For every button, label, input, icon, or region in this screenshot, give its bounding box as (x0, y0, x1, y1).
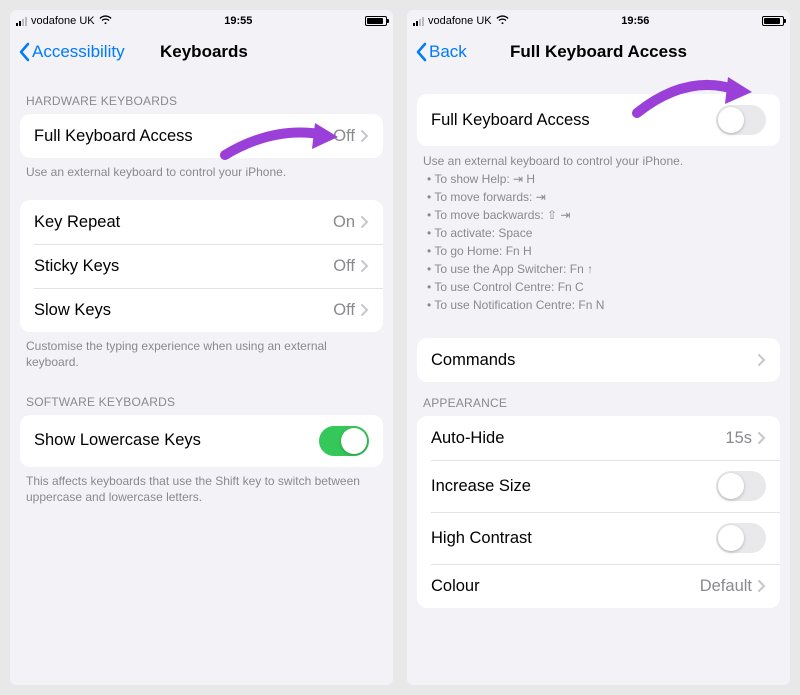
chevron-right-icon (361, 260, 369, 272)
chevron-right-icon (758, 354, 766, 366)
row-label: Slow Keys (34, 301, 333, 320)
row-value: 15s (725, 429, 752, 448)
help-title: Use an external keyboard to control your… (423, 152, 774, 170)
row-value: Off (333, 301, 355, 320)
chevron-right-icon (758, 432, 766, 444)
status-bar: vodafone UK 19:56 (407, 10, 790, 30)
carrier-label: vodafone UK (428, 15, 492, 27)
toggle-increase-size[interactable] (716, 471, 766, 501)
wifi-icon (99, 15, 112, 28)
signal-icon (16, 16, 27, 26)
row-value: Default (700, 577, 752, 596)
back-label: Accessibility (32, 42, 125, 62)
row-value: Off (333, 127, 355, 146)
row-commands[interactable]: Commands (417, 338, 780, 382)
help-item: To move forwards: ⇥ (427, 188, 774, 206)
row-key-repeat[interactable]: Key Repeat On (20, 200, 383, 244)
row-slow-keys[interactable]: Slow Keys Off (20, 288, 383, 332)
chevron-right-icon (361, 304, 369, 316)
row-label: Auto-Hide (431, 429, 725, 448)
section-footer-typing: Customise the typing experience when usi… (10, 332, 393, 380)
row-label: Increase Size (431, 477, 716, 496)
status-bar: vodafone UK 19:55 (10, 10, 393, 30)
nav-bar: Back Full Keyboard Access (407, 30, 790, 74)
help-item: To show Help: ⇥ H (427, 170, 774, 188)
row-label: Full Keyboard Access (34, 127, 333, 146)
screenshot-left: vodafone UK 19:55 Accessibility Keyboard… (10, 10, 393, 685)
row-full-keyboard-access[interactable]: Full Keyboard Access Off (20, 114, 383, 158)
help-item: To activate: Space (427, 224, 774, 242)
row-auto-hide[interactable]: Auto-Hide 15s (417, 416, 780, 460)
section-footer-lowercase: This affects keyboards that use the Shif… (10, 467, 393, 515)
back-button[interactable]: Accessibility (18, 42, 125, 62)
help-item: To use Control Centre: Fn C (427, 278, 774, 296)
section-footer-hardware: Use an external keyboard to control your… (10, 158, 393, 190)
carrier-label: vodafone UK (31, 15, 95, 27)
section-header-appearance: APPEARANCE (407, 382, 790, 416)
section-header-hardware: HARDWARE KEYBOARDS (10, 80, 393, 114)
toggle-lowercase[interactable] (319, 426, 369, 456)
row-show-lowercase[interactable]: Show Lowercase Keys (20, 415, 383, 467)
row-label: Colour (431, 577, 700, 596)
help-item: To use Notification Centre: Fn N (427, 296, 774, 314)
row-label: Full Keyboard Access (431, 111, 716, 130)
row-label: Key Repeat (34, 213, 333, 232)
row-label: Commands (431, 351, 758, 370)
clock-label: 19:56 (621, 15, 649, 27)
row-high-contrast[interactable]: High Contrast (417, 512, 780, 564)
chevron-right-icon (758, 580, 766, 592)
row-value: Off (333, 257, 355, 276)
row-label: Show Lowercase Keys (34, 431, 319, 450)
row-increase-size[interactable]: Increase Size (417, 460, 780, 512)
row-value: On (333, 213, 355, 232)
row-full-keyboard-access[interactable]: Full Keyboard Access (417, 94, 780, 146)
clock-label: 19:55 (224, 15, 252, 27)
toggle-high-contrast[interactable] (716, 523, 766, 553)
toggle-fka[interactable] (716, 105, 766, 135)
battery-icon (762, 16, 784, 26)
help-item: To move backwards: ⇧ ⇥ (427, 206, 774, 224)
back-button[interactable]: Back (415, 42, 467, 62)
row-label: High Contrast (431, 529, 716, 548)
section-header-software: SOFTWARE KEYBOARDS (10, 381, 393, 415)
row-label: Sticky Keys (34, 257, 333, 276)
chevron-right-icon (361, 130, 369, 142)
nav-bar: Accessibility Keyboards (10, 30, 393, 74)
signal-icon (413, 16, 424, 26)
help-text: Use an external keyboard to control your… (407, 146, 790, 322)
help-item: To go Home: Fn H (427, 242, 774, 260)
back-label: Back (429, 42, 467, 62)
row-sticky-keys[interactable]: Sticky Keys Off (20, 244, 383, 288)
chevron-left-icon (18, 42, 30, 62)
row-colour[interactable]: Colour Default (417, 564, 780, 608)
wifi-icon (496, 15, 509, 28)
chevron-right-icon (361, 216, 369, 228)
battery-icon (365, 16, 387, 26)
screenshot-right: vodafone UK 19:56 Back Full Keyboard Acc… (407, 10, 790, 685)
help-item: To use the App Switcher: Fn ↑ (427, 260, 774, 278)
chevron-left-icon (415, 42, 427, 62)
